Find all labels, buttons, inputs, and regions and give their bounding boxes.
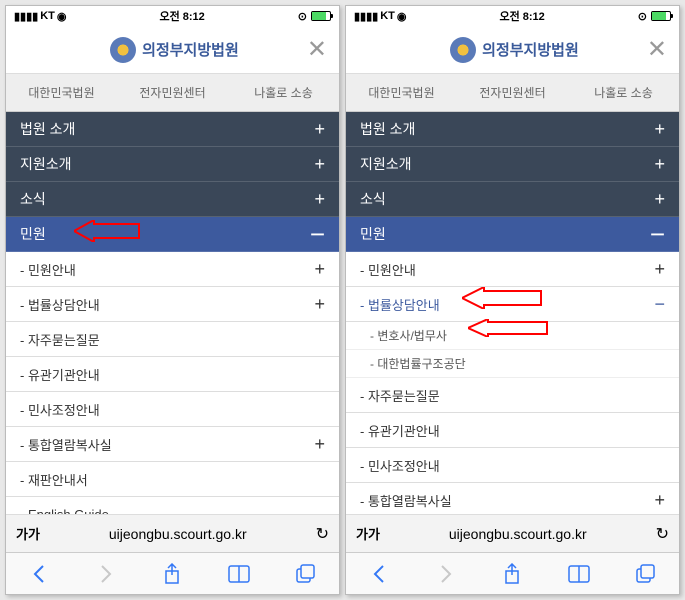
sub-item-active[interactable]: - 법률상담안내− [346, 287, 679, 322]
forward-icon[interactable] [95, 563, 117, 585]
nav-item-1[interactable]: 지원소개+ [346, 147, 679, 182]
nav-item-0[interactable]: 법원 소개+ [346, 112, 679, 147]
nav-item-2[interactable]: 소식+ [346, 182, 679, 217]
sub-item-1[interactable]: - 법률상담안내+ [6, 287, 339, 322]
sub-item-4[interactable]: - 민사조정안내 [6, 392, 339, 427]
nav-item-2[interactable]: 소식+ [6, 182, 339, 217]
site-title: 의정부지방법원 [142, 39, 239, 60]
sub-item-6[interactable]: - 재판안내서 [6, 462, 339, 497]
top-tab-2[interactable]: 나홀로 소송 [228, 74, 339, 111]
text-size-button[interactable]: 가가 [356, 524, 380, 543]
top-tab-1[interactable]: 전자민원센터 [117, 74, 228, 111]
reload-icon[interactable]: ↻ [316, 524, 329, 544]
url-bar: 가가 uijeongbu.scourt.go.kr ↻ [6, 514, 339, 552]
browser-toolbar [346, 552, 679, 594]
carrier-label: KT [40, 10, 55, 22]
top-tab-0[interactable]: 대한민국법원 [6, 74, 117, 111]
top-tabs: 대한민국법원 전자민원센터 나홀로 소송 [6, 74, 339, 112]
top-tabs: 대한민국법원 전자민원센터 나홀로 소송 [346, 74, 679, 112]
status-bar: ▮▮▮▮ KT ◉ 오전 8:12 ⊙ [6, 6, 339, 26]
court-logo-icon [450, 37, 476, 63]
sub-item-b2[interactable]: - 민사조정안내 [346, 448, 679, 483]
sub3-item-1[interactable]: - 대한법률구조공단 [346, 350, 679, 378]
sub-item-b0[interactable]: - 자주묻는질문 [346, 378, 679, 413]
top-tab-1[interactable]: 전자민원센터 [457, 74, 568, 111]
signal-icon: ▮▮▮▮ [354, 10, 378, 23]
reload-icon[interactable]: ↻ [656, 524, 669, 544]
wifi-icon: ◉ [57, 10, 67, 23]
top-tab-0[interactable]: 대한민국법원 [346, 74, 457, 111]
phone-left: ▮▮▮▮ KT ◉ 오전 8:12 ⊙ 의정부지방법원 ✕ 대한민국법원 전자민… [5, 5, 340, 595]
url-text[interactable]: uijeongbu.scourt.go.kr [390, 526, 646, 542]
nav-item-3[interactable]: 민원− [346, 217, 679, 252]
nav-item-3[interactable]: 민원− [6, 217, 339, 252]
sub-item-3[interactable]: - 유관기관안내 [6, 357, 339, 392]
alarm-icon: ⊙ [638, 10, 647, 23]
phone-right: ▮▮▮▮ KT ◉ 오전 8:12 ⊙ 의정부지방법원 ✕ 대한민국법원 전자민… [345, 5, 680, 595]
tabs-icon[interactable] [295, 563, 317, 585]
url-bar: 가가 uijeongbu.scourt.go.kr ↻ [346, 514, 679, 552]
url-text[interactable]: uijeongbu.scourt.go.kr [50, 526, 306, 542]
sub-item-b3[interactable]: - 통합열람복사실+ [346, 483, 679, 514]
back-icon[interactable] [368, 563, 390, 585]
share-icon[interactable] [501, 563, 523, 585]
alarm-icon: ⊙ [298, 10, 307, 23]
app-header: 의정부지방법원 ✕ [6, 26, 339, 74]
app-header: 의정부지방법원 ✕ [346, 26, 679, 74]
sub-item-b1[interactable]: - 유관기관안내 [346, 413, 679, 448]
sub3-item-0[interactable]: - 변호사/법무사 [346, 322, 679, 350]
sub-item-7[interactable]: - English Guide [6, 497, 339, 514]
share-icon[interactable] [161, 563, 183, 585]
battery-icon [651, 11, 671, 21]
sub-item-5[interactable]: - 통합열람복사실+ [6, 427, 339, 462]
battery-icon [311, 11, 331, 21]
bookmarks-icon[interactable] [568, 563, 590, 585]
top-tab-2[interactable]: 나홀로 소송 [568, 74, 679, 111]
back-icon[interactable] [28, 563, 50, 585]
close-icon[interactable]: ✕ [307, 35, 327, 64]
wifi-icon: ◉ [397, 10, 407, 23]
nav-item-0[interactable]: 법원 소개+ [6, 112, 339, 147]
site-title: 의정부지방법원 [482, 39, 579, 60]
time-label: 오전 8:12 [159, 8, 204, 24]
text-size-button[interactable]: 가가 [16, 524, 40, 543]
nav-item-1[interactable]: 지원소개+ [6, 147, 339, 182]
sub-item-a0[interactable]: - 민원안내+ [346, 252, 679, 287]
signal-icon: ▮▮▮▮ [14, 10, 38, 23]
sub-item-0[interactable]: - 민원안내+ [6, 252, 339, 287]
forward-icon[interactable] [435, 563, 457, 585]
carrier-label: KT [380, 10, 395, 22]
tabs-icon[interactable] [635, 563, 657, 585]
bookmarks-icon[interactable] [228, 563, 250, 585]
close-icon[interactable]: ✕ [647, 35, 667, 64]
time-label: 오전 8:12 [499, 8, 544, 24]
status-bar: ▮▮▮▮ KT ◉ 오전 8:12 ⊙ [346, 6, 679, 26]
court-logo-icon [110, 37, 136, 63]
browser-toolbar [6, 552, 339, 594]
sub-item-2[interactable]: - 자주묻는질문 [6, 322, 339, 357]
